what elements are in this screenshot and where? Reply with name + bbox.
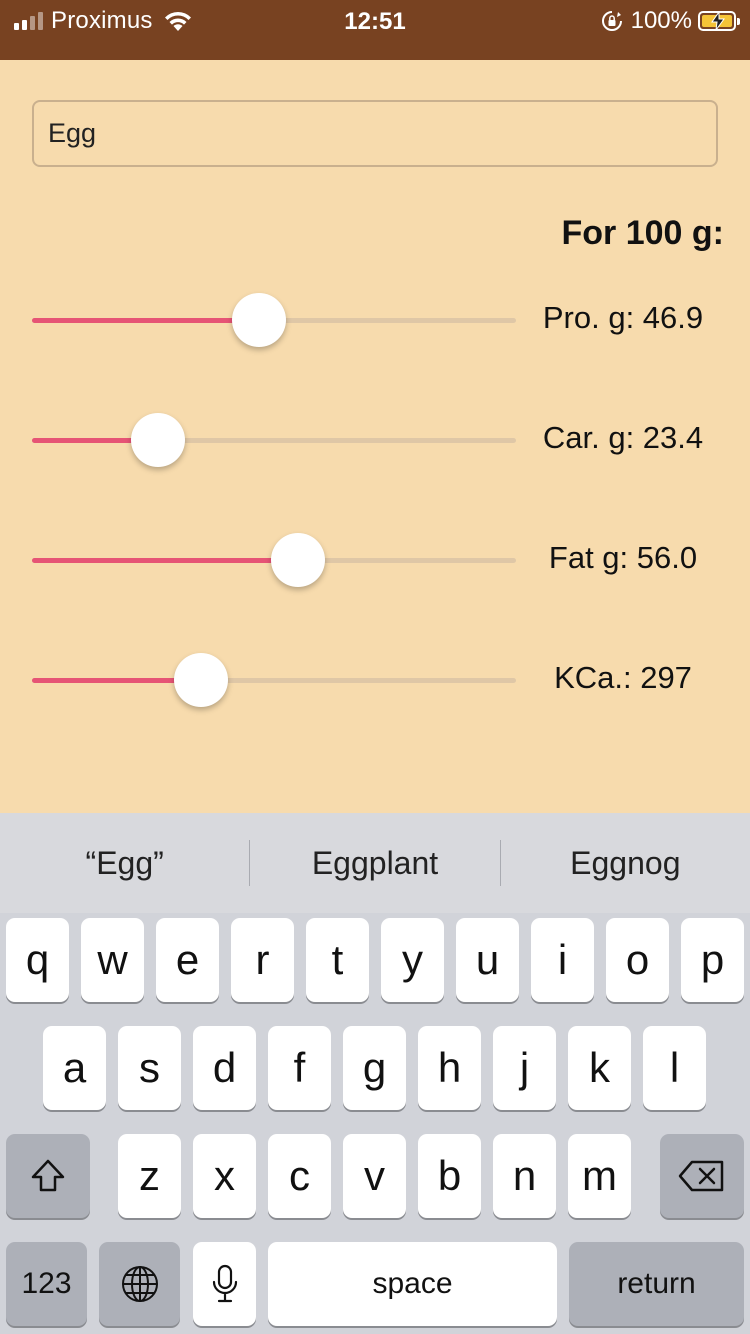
key-u[interactable]: u <box>456 918 519 1002</box>
key-m[interactable]: m <box>568 1134 631 1218</box>
key-e[interactable]: e <box>156 918 219 1002</box>
numbers-key[interactable]: 123 <box>6 1242 87 1326</box>
orientation-lock-icon <box>601 11 622 31</box>
key-h[interactable]: h <box>418 1026 481 1110</box>
kcal-slider-row: KCa.: 297 <box>32 650 728 710</box>
key-v[interactable]: v <box>343 1134 406 1218</box>
battery-icon <box>698 11 740 31</box>
key-f[interactable]: f <box>268 1026 331 1110</box>
suggestion-item[interactable]: “Egg” <box>0 845 249 882</box>
key-c[interactable]: c <box>268 1134 331 1218</box>
dictation-key[interactable] <box>193 1242 256 1326</box>
key-s[interactable]: s <box>118 1026 181 1110</box>
fat-slider-fill <box>32 558 299 563</box>
key-b[interactable]: b <box>418 1134 481 1218</box>
protein-slider-fill <box>32 318 260 323</box>
fat-slider-thumb[interactable] <box>271 533 326 587</box>
food-search-field[interactable] <box>32 100 718 167</box>
key-k[interactable]: k <box>568 1026 631 1110</box>
delete-key[interactable] <box>660 1134 744 1218</box>
predictive-bar: “Egg” Eggplant Eggnog <box>0 813 750 913</box>
fat-value-label: Fat g: 56.0 <box>548 540 698 575</box>
shift-icon <box>31 1159 65 1192</box>
key-i[interactable]: i <box>531 918 594 1002</box>
key-d[interactable]: d <box>193 1026 256 1110</box>
charging-bolt-icon <box>711 12 725 30</box>
return-key[interactable]: return <box>569 1242 744 1326</box>
key-r[interactable]: r <box>231 918 294 1002</box>
key-o[interactable]: o <box>606 918 669 1002</box>
carbs-value-label: Car. g: 23.4 <box>542 420 704 455</box>
carbs-slider-row: Car. g: 23.4 <box>32 410 728 470</box>
suggestion-item[interactable]: Eggplant <box>250 845 499 882</box>
fat-slider-row: Fat g: 56.0 <box>32 530 728 590</box>
food-search-input[interactable] <box>34 102 716 165</box>
keyboard: “Egg” Eggplant Eggnog q w e r t y u i o … <box>0 813 750 1334</box>
battery-percent: 100% <box>630 7 692 34</box>
key-p[interactable]: p <box>681 918 744 1002</box>
microphone-icon <box>212 1264 237 1303</box>
key-y[interactable]: y <box>381 918 444 1002</box>
key-a[interactable]: a <box>43 1026 106 1110</box>
kcal-slider-track[interactable] <box>32 678 516 683</box>
kcal-slider-thumb[interactable] <box>174 653 229 707</box>
key-w[interactable]: w <box>81 918 144 1002</box>
protein-slider-thumb[interactable] <box>232 293 287 347</box>
key-z[interactable]: z <box>118 1134 181 1218</box>
globe-key[interactable] <box>99 1242 180 1326</box>
key-n[interactable]: n <box>493 1134 556 1218</box>
key-q[interactable]: q <box>6 918 69 1002</box>
key-g[interactable]: g <box>343 1026 406 1110</box>
globe-icon <box>121 1266 158 1302</box>
protein-value-label: Pro. g: 46.9 <box>542 300 704 335</box>
key-x[interactable]: x <box>193 1134 256 1218</box>
protein-slider-row: Pro. g: 46.9 <box>32 290 728 350</box>
backspace-icon <box>678 1160 724 1192</box>
carbs-slider-thumb[interactable] <box>130 413 185 467</box>
key-j[interactable]: j <box>493 1026 556 1110</box>
status-bar: Proximus 12:51 100% <box>0 0 750 60</box>
status-right: 100% <box>601 6 740 36</box>
carbs-slider-track[interactable] <box>32 438 516 443</box>
suggestion-item[interactable]: Eggnog <box>501 845 750 882</box>
shift-key[interactable] <box>6 1134 90 1218</box>
key-l[interactable]: l <box>643 1026 706 1110</box>
key-t[interactable]: t <box>306 918 369 1002</box>
space-key[interactable]: space <box>268 1242 557 1326</box>
kcal-value-label: KCa.: 297 <box>554 660 692 695</box>
portion-heading: For 100 g: <box>561 214 724 252</box>
